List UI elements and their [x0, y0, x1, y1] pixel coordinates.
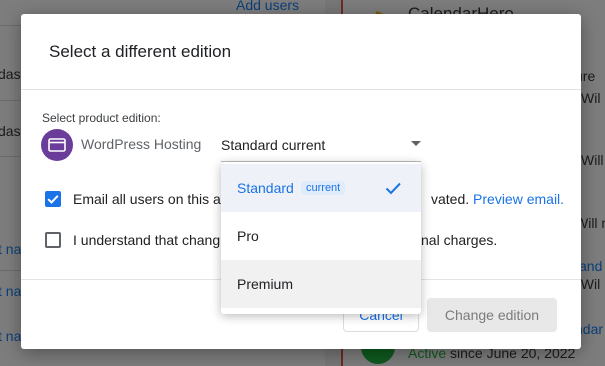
option-standard[interactable]: Standard current: [221, 164, 421, 212]
option-label: Standard: [237, 180, 294, 196]
email-checkbox-label-start: Email all users on this a: [73, 191, 221, 207]
change-edition-button[interactable]: Change edition: [427, 298, 557, 332]
email-checkbox-label-end: vated. Preview email.: [431, 191, 564, 207]
understand-checkbox-label-end: nal charges.: [421, 232, 498, 248]
understand-charges-checkbox[interactable]: [45, 232, 61, 248]
edition-select-value: Standard current: [221, 137, 326, 153]
understand-checkbox-label-start: I understand that chang: [73, 232, 221, 248]
dialog-title: Select a different edition: [49, 42, 232, 61]
option-premium[interactable]: Premium: [221, 260, 421, 308]
fragment: das: [0, 123, 21, 139]
product-icon: [41, 129, 73, 161]
edition-select[interactable]: Standard current: [221, 129, 421, 162]
chevron-down-icon: [411, 141, 421, 146]
fragment: Will: [581, 152, 604, 168]
field-label: Select product edition:: [42, 111, 161, 125]
email-label-tail: vated.: [431, 191, 470, 207]
check-icon: [47, 195, 59, 204]
add-users-link[interactable]: Add users: [236, 0, 299, 13]
edition-dropdown-menu: Standard current Pro Premium: [221, 162, 421, 314]
fragment-link[interactable]: and: [579, 258, 602, 274]
product-name: WordPress Hosting: [81, 136, 202, 152]
option-label: Premium: [237, 276, 294, 292]
fragment-link[interactable]: t na: [0, 283, 21, 299]
option-label: Pro: [237, 228, 259, 244]
checkmark-icon: [385, 182, 401, 195]
fragment: Wil: [581, 90, 601, 106]
header-divider: [21, 89, 581, 90]
fragment-link[interactable]: t na: [0, 241, 21, 257]
preview-email-link[interactable]: Preview email.: [473, 191, 564, 207]
current-badge: current: [301, 181, 346, 195]
browser-window-icon: [48, 138, 66, 152]
option-pro[interactable]: Pro: [221, 212, 421, 260]
email-users-checkbox[interactable]: [45, 191, 61, 207]
fragment-link[interactable]: t na: [0, 328, 21, 344]
